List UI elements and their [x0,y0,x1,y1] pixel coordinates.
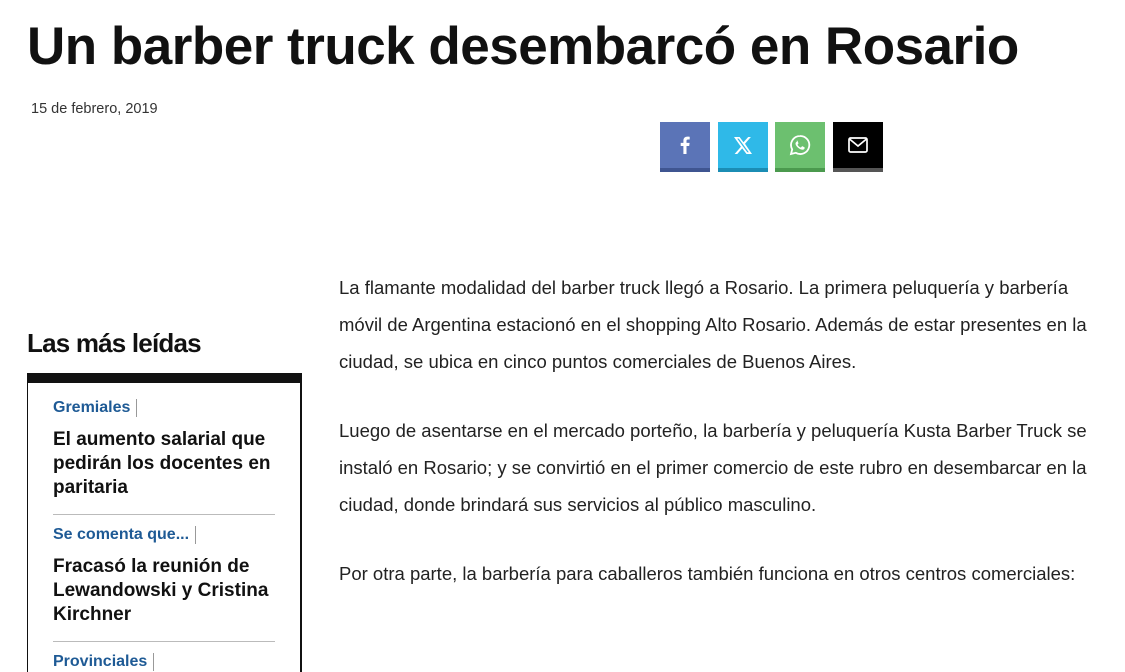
most-read-item: Se comenta que... Fracasó la reunión de … [53,526,275,642]
x-icon [734,136,752,154]
most-read-title-link[interactable]: El aumento salarial que pedirán los doce… [53,428,275,500]
article-body: La flamante modalidad del barber truck l… [339,269,1109,624]
share-email-button[interactable] [833,122,883,172]
facebook-icon [680,136,690,154]
article-title: Un barber truck desembarcó en Rosario [27,17,1019,76]
most-read-list: Gremiales El aumento salarial que pedirá… [27,373,302,672]
article-paragraph: Por otra parte, la barbería para caballe… [339,563,1076,584]
category-link-provinciales[interactable]: Provinciales [53,653,155,671]
share-whatsapp-button[interactable] [775,122,825,172]
category-link-se-comenta[interactable]: Se comenta que... [53,526,197,544]
article-paragraph: La flamante modalidad del barber truck l… [339,277,1087,372]
most-read-title-link[interactable]: Fracasó la reunión de Lewandowski y Cris… [53,555,275,627]
most-read-heading: Las más leídas [27,328,202,358]
category-link-gremiales[interactable]: Gremiales [53,399,138,417]
whatsapp-icon [789,134,811,156]
share-x-button[interactable] [718,122,768,172]
most-read-item: Provinciales [53,653,275,672]
article-paragraph: Luego de asentarse en el mercado porteño… [339,420,1087,515]
article-date: 15 de febrero, 2019 [31,101,158,117]
mail-icon [848,137,868,153]
share-facebook-button[interactable] [660,122,710,172]
most-read-item: Gremiales El aumento salarial que pedirá… [53,399,275,515]
